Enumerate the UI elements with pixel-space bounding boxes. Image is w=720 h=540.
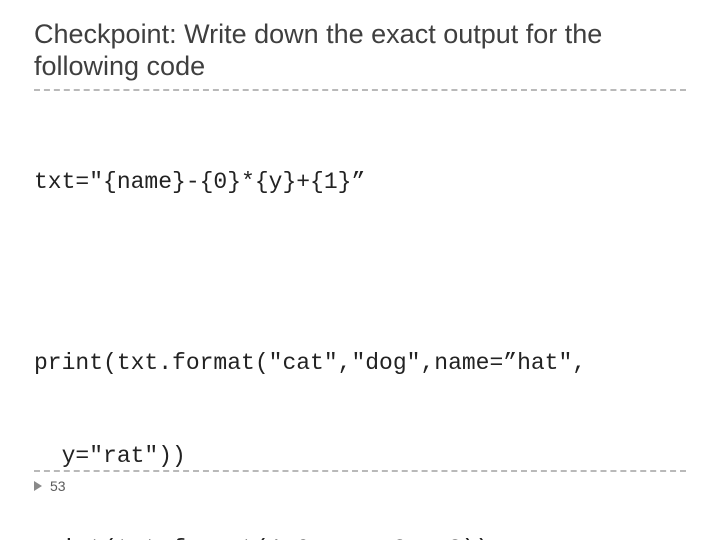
spacer — [34, 260, 686, 286]
triangle-right-icon — [34, 481, 42, 491]
footer: 53 — [34, 470, 686, 494]
slide-title: Checkpoint: Write down the exact output … — [34, 18, 686, 83]
footer-row: 53 — [34, 478, 686, 494]
slide: Checkpoint: Write down the exact output … — [0, 0, 720, 540]
code-line-1: txt="{name}-{0}*{y}+{1}” — [34, 167, 686, 198]
title-divider — [34, 89, 686, 91]
code-line-4: print(txt.format(1,0,name=2,y=3)) — [34, 534, 686, 540]
footer-divider — [34, 470, 686, 472]
page-number: 53 — [50, 478, 66, 494]
code-line-2: print(txt.format("cat","dog",name=”hat", — [34, 348, 686, 379]
code-line-3: y="rat")) — [34, 441, 686, 472]
